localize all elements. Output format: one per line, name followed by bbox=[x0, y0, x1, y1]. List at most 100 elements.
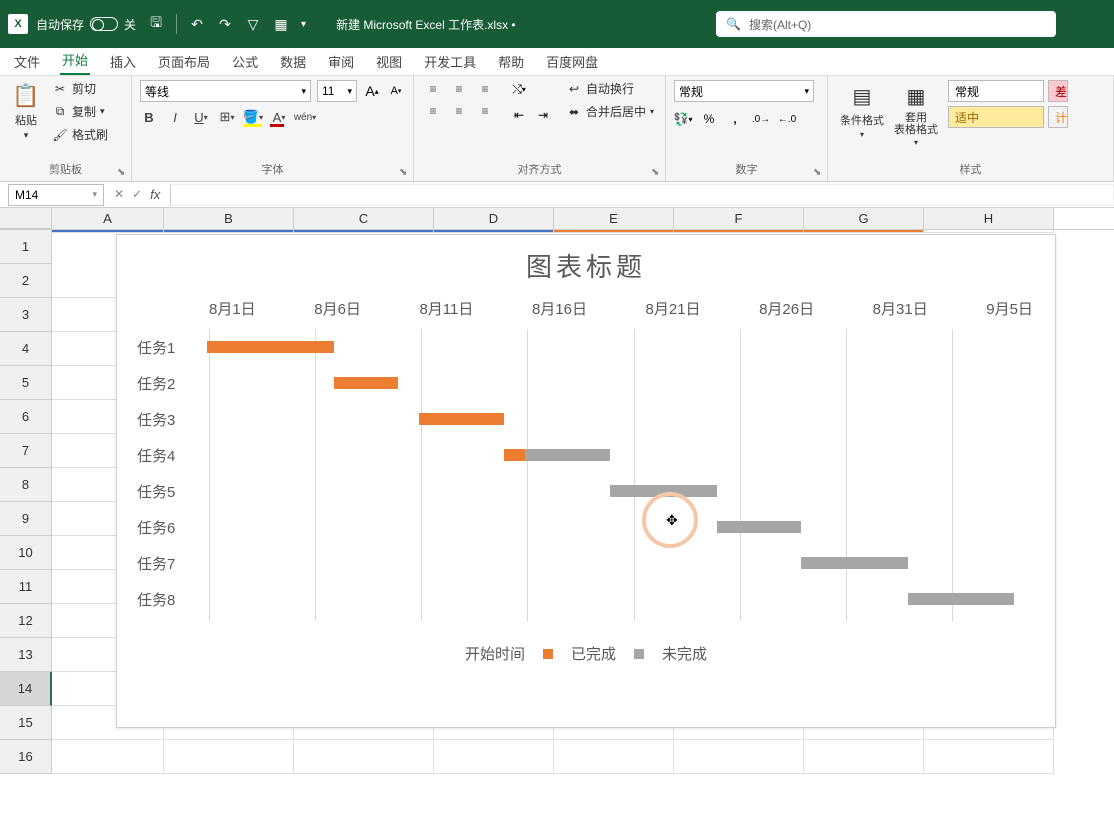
column-header[interactable]: A bbox=[52, 208, 164, 229]
plot-area[interactable]: 任务1任务2任务3任务4任务5任务6任务7任务8 bbox=[137, 329, 1037, 621]
chart-object[interactable]: 图表标题8月1日8月6日8月11日8月16日8月21日8月26日8月31日9月5… bbox=[116, 234, 1056, 728]
bar-done[interactable] bbox=[419, 413, 504, 425]
cell[interactable] bbox=[164, 740, 294, 774]
font-size-combo[interactable]: 11▾ bbox=[317, 80, 357, 102]
row-header[interactable]: 2 bbox=[0, 264, 52, 298]
column-header[interactable]: G bbox=[804, 208, 924, 229]
row-header[interactable]: 9 bbox=[0, 502, 52, 536]
increase-decimal-icon[interactable]: .0→ bbox=[752, 110, 770, 128]
bar-todo[interactable] bbox=[717, 521, 802, 533]
cancel-icon[interactable]: ✕ bbox=[114, 187, 124, 202]
bar-todo[interactable] bbox=[610, 485, 716, 497]
tab-帮助[interactable]: 帮助 bbox=[496, 48, 526, 75]
save-icon[interactable]: 🖫 bbox=[148, 16, 164, 32]
align-center-icon[interactable]: ≡ bbox=[448, 102, 470, 120]
column-header[interactable]: H bbox=[924, 208, 1054, 229]
tab-视图[interactable]: 视图 bbox=[374, 48, 404, 75]
bar-todo[interactable] bbox=[908, 593, 1014, 605]
tab-文件[interactable]: 文件 bbox=[12, 48, 42, 75]
underline-button[interactable]: U▾ bbox=[192, 108, 210, 126]
dialog-launcher-icon[interactable]: ⬊ bbox=[651, 167, 663, 179]
cell[interactable] bbox=[164, 230, 294, 233]
row-header[interactable]: 10 bbox=[0, 536, 52, 570]
row-header[interactable]: 12 bbox=[0, 604, 52, 638]
search-box[interactable]: 🔍 搜索(Alt+Q) bbox=[716, 11, 1056, 37]
bar-todo[interactable] bbox=[525, 449, 610, 461]
tab-插入[interactable]: 插入 bbox=[108, 48, 138, 75]
format-painter-button[interactable]: 🖌格式刷 bbox=[52, 126, 108, 143]
qat-dropdown-icon[interactable]: ▾ bbox=[301, 19, 306, 30]
chevron-down-icon[interactable]: ▾ bbox=[24, 130, 29, 141]
align-middle-icon[interactable]: ≡ bbox=[448, 80, 470, 98]
column-header[interactable]: F bbox=[674, 208, 804, 229]
cell[interactable] bbox=[434, 740, 554, 774]
dialog-launcher-icon[interactable]: ⬊ bbox=[117, 167, 129, 179]
cell-style-good[interactable]: 适中 bbox=[948, 106, 1044, 128]
bar-done[interactable] bbox=[207, 341, 334, 353]
formula-input[interactable] bbox=[170, 184, 1114, 206]
cell[interactable] bbox=[554, 230, 674, 233]
tab-审阅[interactable]: 审阅 bbox=[326, 48, 356, 75]
row-header[interactable]: 16 bbox=[0, 740, 52, 774]
cell[interactable] bbox=[924, 230, 1054, 233]
decrease-font-icon[interactable]: A▾ bbox=[387, 82, 405, 100]
row-header[interactable]: 6 bbox=[0, 400, 52, 434]
autosave-toggle[interactable]: 自动保存 关 bbox=[36, 16, 136, 33]
row-header[interactable]: 14 bbox=[0, 672, 52, 706]
column-header[interactable]: E bbox=[554, 208, 674, 229]
cell-style-bad[interactable]: 差 bbox=[1048, 80, 1068, 102]
row-header[interactable]: 7 bbox=[0, 434, 52, 468]
cell[interactable] bbox=[674, 740, 804, 774]
fill-color-button[interactable]: 🪣▾ bbox=[244, 108, 262, 126]
cell[interactable] bbox=[294, 230, 434, 233]
row-header[interactable]: 8 bbox=[0, 468, 52, 502]
row-header[interactable]: 5 bbox=[0, 366, 52, 400]
borders-button[interactable]: ⊞▾ bbox=[218, 108, 236, 126]
tab-公式[interactable]: 公式 bbox=[230, 48, 260, 75]
decrease-indent-icon[interactable]: ⇤ bbox=[510, 106, 528, 124]
column-header[interactable]: D bbox=[434, 208, 554, 229]
cell[interactable] bbox=[804, 230, 924, 233]
cell[interactable] bbox=[52, 230, 164, 233]
bar-done[interactable] bbox=[504, 449, 525, 461]
increase-font-icon[interactable]: A▴ bbox=[363, 82, 381, 100]
bar-done[interactable] bbox=[334, 377, 398, 389]
row-header[interactable]: 11 bbox=[0, 570, 52, 604]
font-name-combo[interactable]: 等线▾ bbox=[140, 80, 311, 102]
row-header[interactable]: 13 bbox=[0, 638, 52, 672]
row-header[interactable]: 3 bbox=[0, 298, 52, 332]
chart-legend[interactable]: 开始时间已完成未完成 bbox=[117, 631, 1055, 672]
redo-icon[interactable]: ↷ bbox=[217, 16, 233, 32]
tab-数据[interactable]: 数据 bbox=[278, 48, 308, 75]
merge-button[interactable]: ⬌合并后居中▾ bbox=[566, 103, 654, 120]
cell[interactable] bbox=[924, 740, 1054, 774]
row-header[interactable]: 1 bbox=[0, 230, 52, 264]
document-title[interactable]: 新建 Microsoft Excel 工作表.xlsx • bbox=[336, 16, 516, 33]
tab-页面布局[interactable]: 页面布局 bbox=[156, 48, 212, 75]
toggle-switch-icon[interactable] bbox=[90, 17, 118, 31]
cell[interactable] bbox=[52, 740, 164, 774]
font-color-button[interactable]: A▾ bbox=[270, 108, 288, 126]
phonetic-button[interactable]: wén▾ bbox=[296, 108, 314, 126]
accounting-format-icon[interactable]: 💱▾ bbox=[674, 110, 692, 128]
bar-todo[interactable] bbox=[801, 557, 907, 569]
table-format-button[interactable]: ▦ 套用 表格格式▾ bbox=[890, 80, 942, 149]
chart-title[interactable]: 图表标题 bbox=[117, 235, 1055, 292]
align-left-icon[interactable]: ≡ bbox=[422, 102, 444, 120]
cell[interactable] bbox=[554, 740, 674, 774]
name-box[interactable]: M14▾ bbox=[8, 184, 104, 206]
percent-format-icon[interactable]: % bbox=[700, 110, 718, 128]
undo-icon[interactable]: ↶ bbox=[189, 16, 205, 32]
cell[interactable] bbox=[804, 740, 924, 774]
fx-icon[interactable]: fx bbox=[150, 187, 160, 202]
cell-style-normal[interactable]: 常规 bbox=[948, 80, 1044, 102]
copy-button[interactable]: ⧉复制▾ bbox=[52, 103, 108, 120]
tab-百度网盘[interactable]: 百度网盘 bbox=[544, 48, 600, 75]
row-header[interactable]: 15 bbox=[0, 706, 52, 740]
wrap-text-button[interactable]: ↩自动换行 bbox=[566, 80, 654, 97]
tab-开发工具[interactable]: 开发工具 bbox=[422, 48, 478, 75]
filter-icon[interactable]: ▽ bbox=[245, 16, 261, 32]
cell-style-calc[interactable]: 计 bbox=[1048, 106, 1068, 128]
enter-icon[interactable]: ✓ bbox=[132, 187, 142, 202]
row-header[interactable]: 4 bbox=[0, 332, 52, 366]
